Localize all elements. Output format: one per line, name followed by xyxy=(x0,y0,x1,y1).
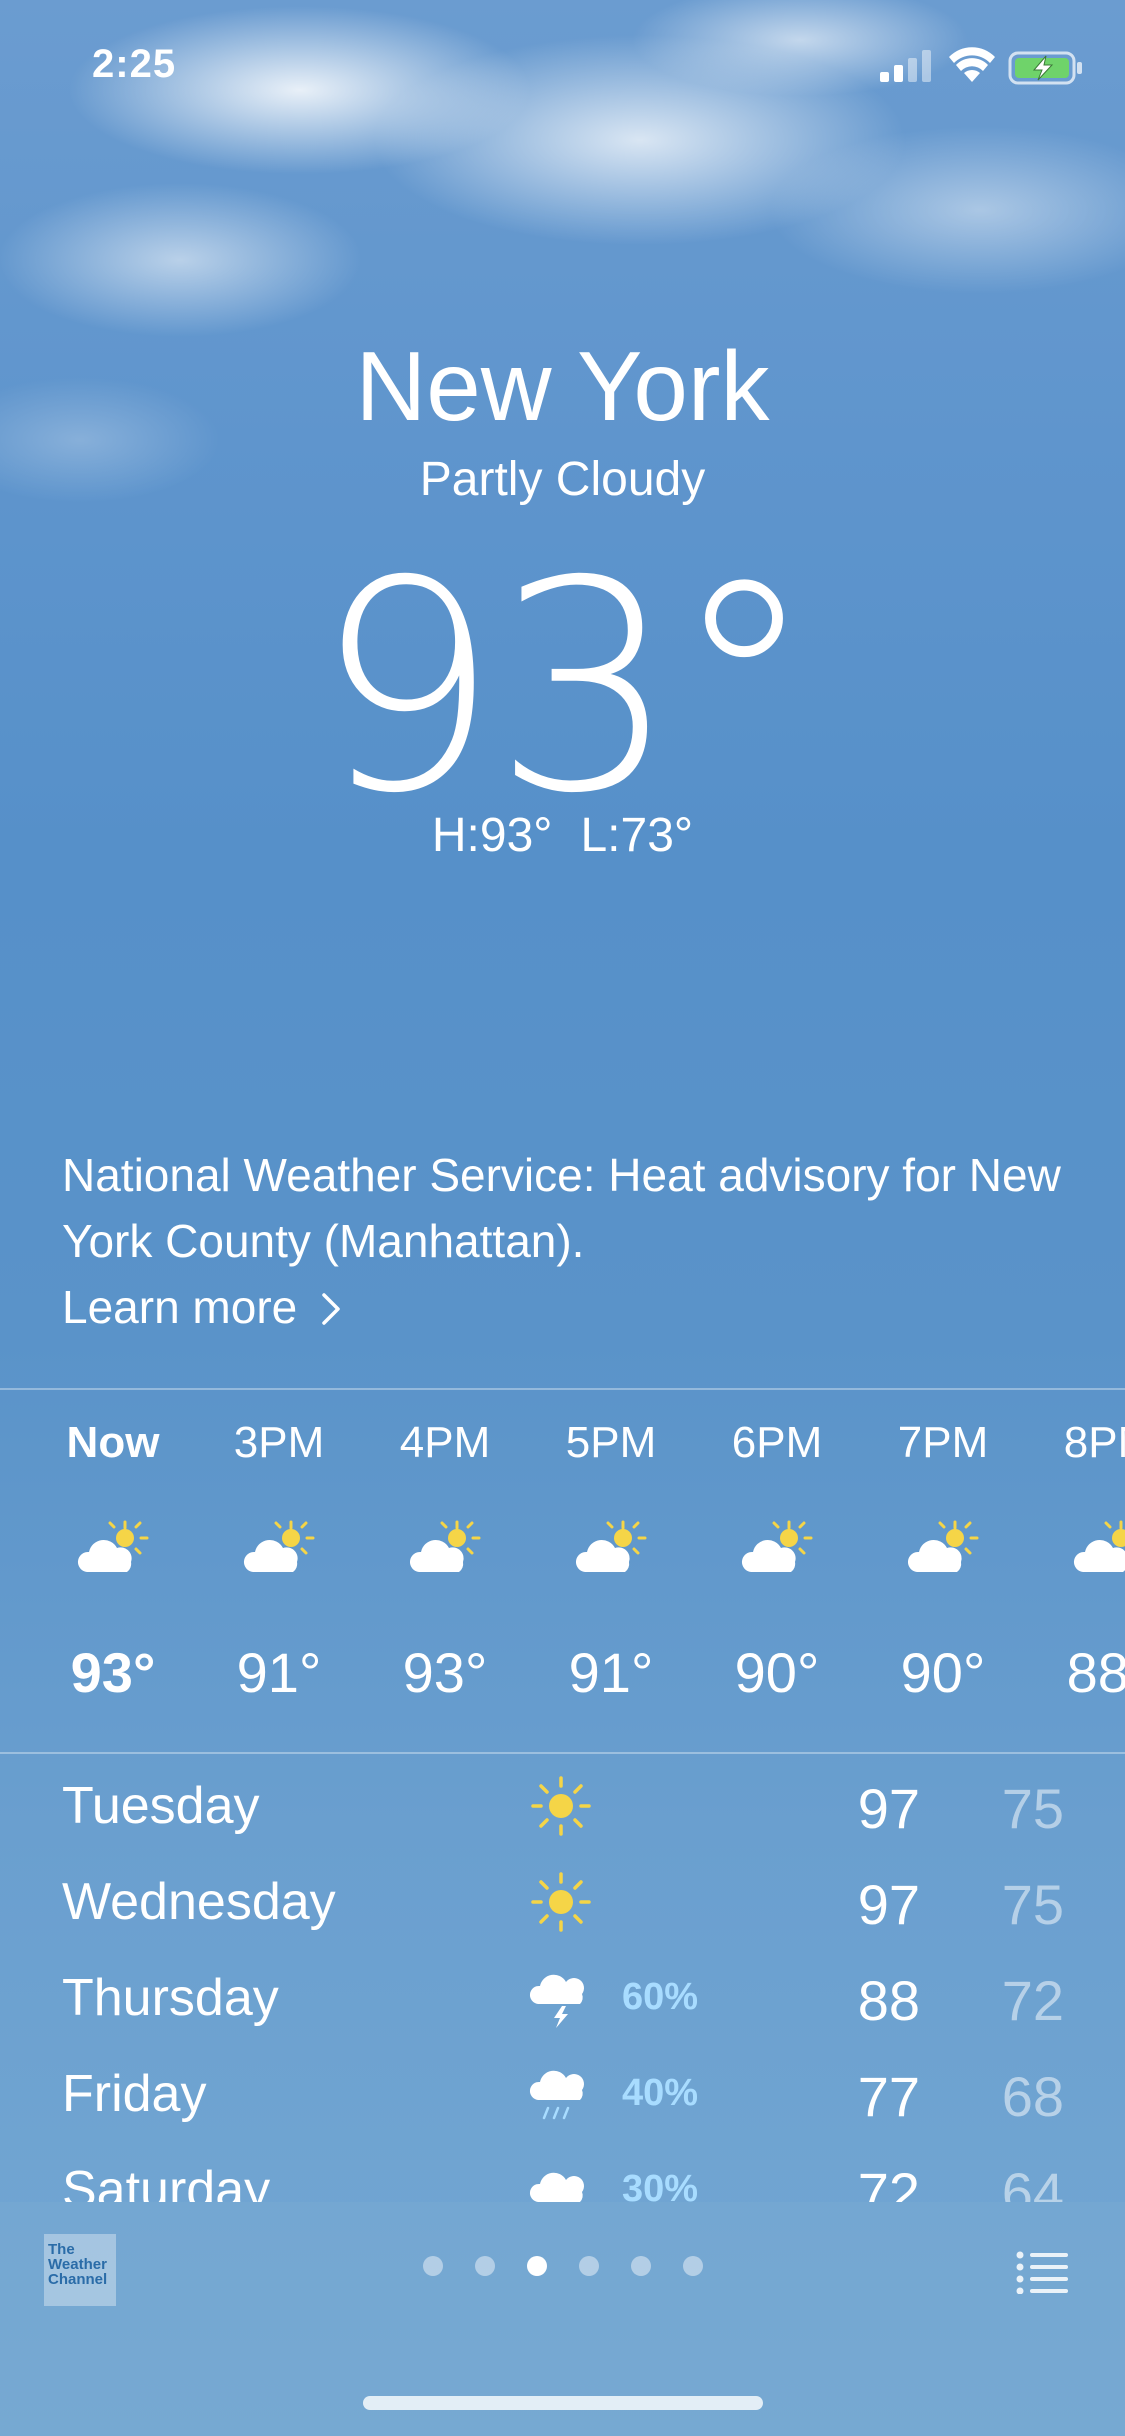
hour-label: 7PM xyxy=(897,1418,989,1467)
high-low-temperature: H:93° L:73° xyxy=(0,808,1125,863)
hour-temperature: 88° xyxy=(1066,1641,1125,1704)
page-dot[interactable] xyxy=(474,2256,495,2276)
day-high: 77 xyxy=(857,2065,920,2128)
page-dot[interactable] xyxy=(526,2256,547,2276)
wifi-icon xyxy=(949,47,995,82)
partly-cloudy-day-icon xyxy=(239,1518,319,1582)
hour-temperature: 91° xyxy=(236,1641,322,1704)
home-indicator[interactable] xyxy=(363,2396,763,2410)
city-list-icon[interactable] xyxy=(1016,2250,1070,2294)
hour-label: 4PM xyxy=(399,1418,491,1467)
precip-chance: 60% xyxy=(622,1976,699,2018)
battery-charging-icon xyxy=(1008,51,1082,85)
hour-temperature: 90° xyxy=(734,1641,820,1704)
cellular-signal-icon xyxy=(880,50,931,82)
city-name: New York xyxy=(355,331,770,441)
cloud-icon xyxy=(528,2158,594,2202)
partly-cloudy-day-icon xyxy=(1069,1518,1125,1582)
daily-row: Friday 40% 77 68 xyxy=(0,2044,1125,2140)
day-high: 97 xyxy=(857,1873,920,1936)
hour-label: 3PM xyxy=(233,1418,325,1467)
daily-row: Saturday 30% 72 64 xyxy=(0,2140,1125,2202)
partly-cloudy-day-icon xyxy=(73,1518,153,1582)
hour-label: 5PM xyxy=(565,1418,657,1467)
page-dot[interactable] xyxy=(682,2256,703,2276)
page-dot[interactable] xyxy=(422,2256,443,2276)
partly-cloudy-day-icon xyxy=(737,1518,817,1582)
day-low: 72 xyxy=(1001,1969,1064,2032)
partly-cloudy-day-icon xyxy=(903,1518,983,1582)
thunderstorm-icon xyxy=(528,1966,594,2030)
hour-temperature: 90° xyxy=(900,1641,986,1704)
hour-temperature: 93° xyxy=(70,1641,156,1704)
hour-temperature: 91° xyxy=(568,1641,654,1704)
hour-label: Now xyxy=(66,1418,160,1467)
divider xyxy=(0,1752,1125,1754)
daily-row: Thursday 60% 88 72 xyxy=(0,1948,1125,2044)
day-low: 68 xyxy=(1001,2065,1064,2128)
precip-chance: 40% xyxy=(622,2072,699,2114)
day-name: Tuesday xyxy=(62,1777,260,1835)
status-time: 2:25 xyxy=(92,42,177,86)
partly-cloudy-day-icon xyxy=(571,1518,651,1582)
daily-row: Wednesday 97 75 xyxy=(0,1852,1125,1948)
day-low: 75 xyxy=(1001,1777,1064,1840)
low-temperature: L:73° xyxy=(580,809,694,862)
day-high: 72 xyxy=(857,2161,920,2202)
page-indicator[interactable] xyxy=(0,2256,1125,2281)
page-dot[interactable] xyxy=(630,2256,651,2276)
learn-more-link[interactable]: Learn more xyxy=(62,1274,342,1340)
daily-forecast[interactable]: Tuesday 97 75 Wednesday 97 75 Thursday 60% 88 72 F… xyxy=(0,1756,1125,2202)
day-name: Thursday xyxy=(62,1969,279,2027)
learn-more-label: Learn more xyxy=(62,1281,298,1333)
precip-chance: 30% xyxy=(622,2168,699,2202)
day-name: Saturday xyxy=(62,2161,271,2202)
alert-text: National Weather Service: Heat advisory … xyxy=(62,1149,1061,1267)
rain-cloud-icon xyxy=(528,2062,594,2126)
hour-label: 8PM xyxy=(1063,1418,1125,1467)
status-bar: 2:25 xyxy=(0,0,1125,140)
high-temperature: H:93° xyxy=(431,809,553,862)
day-name: Friday xyxy=(62,2065,207,2123)
page-dot[interactable] xyxy=(578,2256,599,2276)
weather-condition: Partly Cloudy xyxy=(419,453,706,506)
sun-icon xyxy=(528,1870,594,1934)
day-high: 97 xyxy=(857,1777,920,1840)
daily-row: Tuesday 97 75 xyxy=(0,1756,1125,1852)
day-low: 64 xyxy=(1001,2161,1064,2202)
hour-temperature: 93° xyxy=(402,1641,488,1704)
weather-alert[interactable]: National Weather Service: Heat advisory … xyxy=(62,1142,1082,1340)
hour-label: 6PM xyxy=(731,1418,823,1467)
day-high: 88 xyxy=(857,1969,920,2032)
partly-cloudy-day-icon xyxy=(405,1518,485,1582)
hourly-forecast[interactable]: Now 93° 3PM 91° 4PM 93° 5PM 91° 6PM 90° 7PM 90° 8PM 8… xyxy=(0,1390,1125,1752)
sun-icon xyxy=(528,1774,594,1838)
chevron-right-icon xyxy=(322,1293,340,1325)
day-low: 75 xyxy=(1001,1873,1064,1936)
day-name: Wednesday xyxy=(62,1873,336,1931)
current-temperature: 93° xyxy=(314,520,816,857)
